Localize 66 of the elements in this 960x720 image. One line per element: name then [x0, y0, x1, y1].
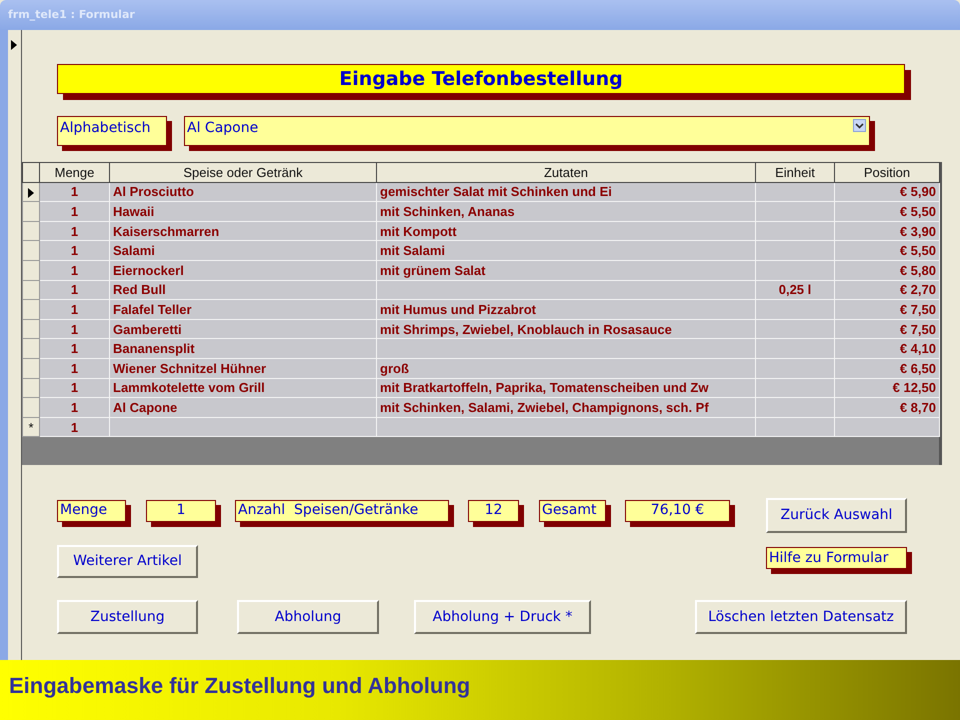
table-cell: Bananensplit	[110, 338, 376, 358]
table-cell: € 4,10	[834, 338, 940, 358]
table-cell: 1	[40, 338, 110, 358]
table-cell: 1	[40, 202, 110, 222]
table-cell: € 2,70	[834, 280, 940, 300]
table-cell: € 6,50	[834, 358, 940, 378]
table-cell: 1	[40, 417, 110, 437]
table-cell: € 5,90	[834, 182, 940, 202]
table-cell: € 12,50	[834, 378, 940, 398]
table-cell: Eiernockerl	[110, 260, 376, 280]
table-cell: Gamberetti	[110, 319, 376, 339]
table-cell: 1	[40, 280, 110, 300]
form-button[interactable]: Abholung + Druck *	[414, 600, 591, 634]
table-cell: € 5,50	[834, 240, 940, 260]
table-cell: 1	[40, 358, 110, 378]
table-cell: mit Bratkartoffeln, Paprika, Tomatenscheiben und Zw	[376, 378, 756, 398]
table-cell: € 5,80	[834, 260, 940, 280]
row-selector[interactable]: *	[22, 417, 40, 437]
column-header[interactable]: Speise oder Getränk	[110, 162, 376, 182]
table-cell: € 8,70	[834, 398, 940, 418]
table-cell: mit Schinken, Ananas	[376, 202, 756, 222]
table-cell: mit Kompott	[376, 221, 756, 241]
table-cell: mit Humus und Pizzabrot	[376, 300, 756, 320]
table-cell: 1	[40, 319, 110, 339]
table-cell: € 3,90	[834, 221, 940, 241]
caption-text: Eingabemaske für Zustellung und Abholung	[9, 673, 470, 698]
form-button[interactable]: Zustellung	[57, 600, 198, 634]
table-cell: Al Capone	[110, 398, 376, 418]
form-button[interactable]: Löschen letzten Datensatz	[695, 600, 907, 634]
form-button[interactable]: Abholung	[237, 600, 379, 634]
table-cell: mit Shrimps, Zwiebel, Knoblauch in Rosasauce	[376, 319, 756, 339]
table-cell: gemischter Salat mit Schinken und Ei	[376, 182, 756, 202]
column-header[interactable]: Position	[834, 162, 940, 182]
form-button[interactable]: Weiterer Artikel	[57, 545, 198, 578]
table-cell: Red Bull	[110, 280, 376, 300]
table-cell: 1	[40, 260, 110, 280]
table-cell: mit Schinken, Salami, Zwiebel, Champignons, sch. Pf	[376, 398, 756, 418]
table-cell: € 5,50	[834, 202, 940, 222]
current-record-icon	[11, 40, 17, 50]
table-cell: Lammkotelette vom Grill	[110, 378, 376, 398]
table-cell: Wiener Schnitzel Hühner	[110, 358, 376, 378]
table-cell: 1	[40, 182, 110, 202]
column-header[interactable]: Zutaten	[376, 162, 756, 182]
table-cell: Salami	[110, 240, 376, 260]
column-header[interactable]: Menge	[40, 162, 110, 182]
table-cell: 1	[40, 240, 110, 260]
table-cell: 1	[40, 300, 110, 320]
dropdown-icon[interactable]	[853, 119, 866, 132]
table-cell: 1	[40, 221, 110, 241]
form-button[interactable]: Zurück Auswahl	[766, 498, 907, 533]
table-cell: 0,25 l	[756, 280, 834, 300]
table-cell: mit grünem Salat	[376, 260, 756, 280]
window-title: frm_tele1 : Formular	[8, 6, 135, 23]
table-cell: groß	[376, 358, 756, 378]
table-cell: 1	[40, 378, 110, 398]
table-cell: € 7,50	[834, 300, 940, 320]
current-row-icon	[28, 188, 34, 198]
table-cell: 1	[40, 398, 110, 418]
table-cell: € 7,50	[834, 319, 940, 339]
table-cell: mit Salami	[376, 240, 756, 260]
table-cell: Hawaii	[110, 202, 376, 222]
table-cell: Falafel Teller	[110, 300, 376, 320]
table-cell: Kaiserschmarren	[110, 221, 376, 241]
table-cell: Al Prosciutto	[110, 182, 376, 202]
row-selector[interactable]	[22, 182, 40, 202]
column-header[interactable]: Einheit	[756, 162, 834, 182]
